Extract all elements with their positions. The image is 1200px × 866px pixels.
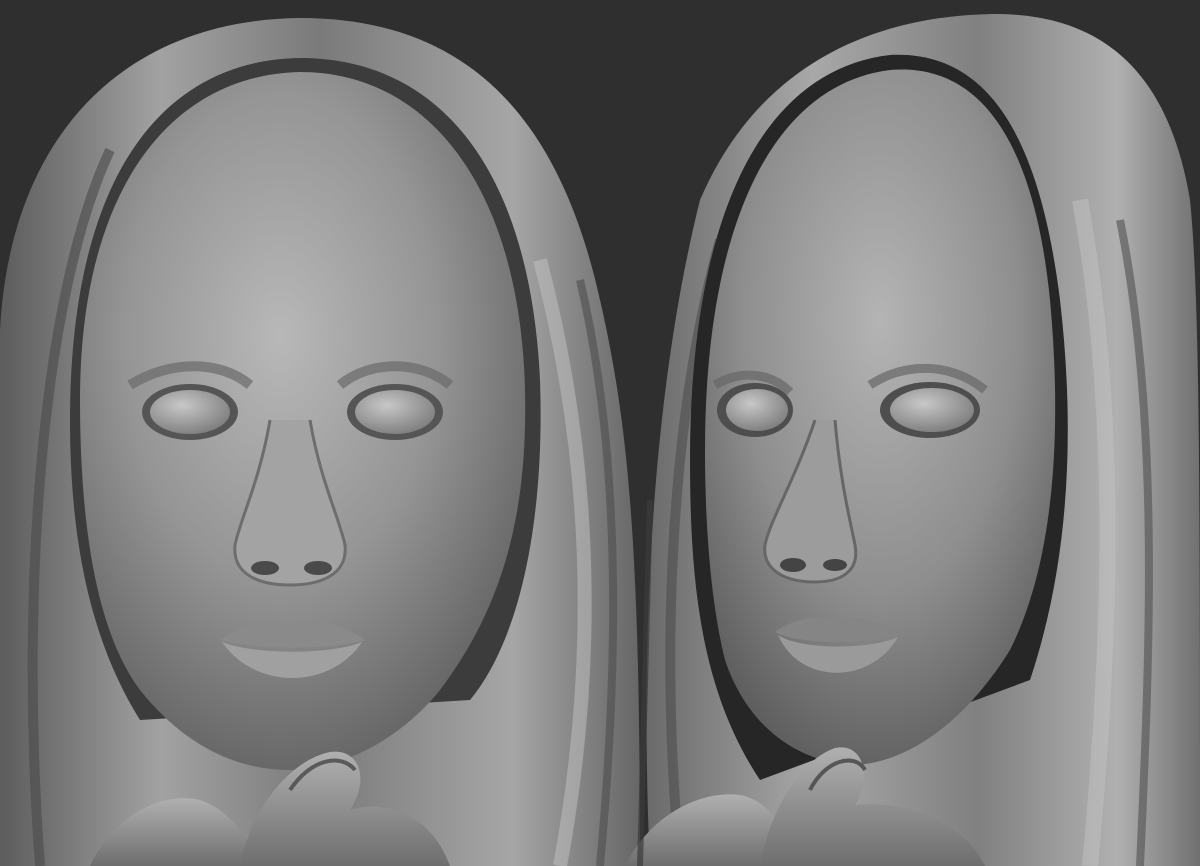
eye-right-2 — [890, 388, 974, 432]
sculpt-render — [0, 14, 1200, 866]
eye-right-1 — [726, 389, 788, 431]
eye-left-2 — [355, 390, 435, 434]
eye-left-1 — [150, 390, 230, 434]
three-quarter-view-figure — [625, 14, 1200, 866]
front-view-figure — [0, 18, 640, 866]
render-viewport — [0, 0, 1200, 866]
